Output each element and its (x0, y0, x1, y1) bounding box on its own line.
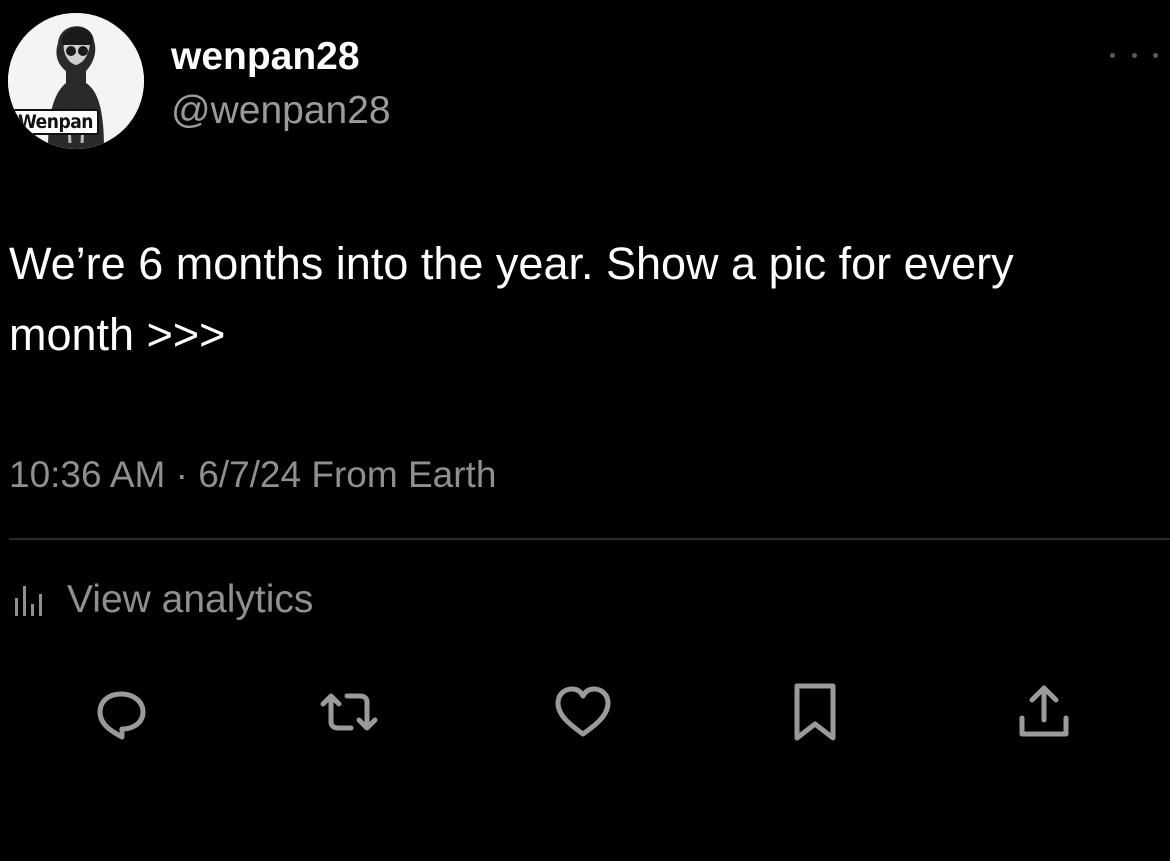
reply-icon (97, 691, 146, 740)
view-analytics-label: View analytics (67, 578, 314, 621)
like-button[interactable] (551, 680, 615, 744)
retweet-button[interactable] (317, 680, 381, 744)
more-options-icon[interactable] (1110, 40, 1158, 70)
avatar[interactable]: Wenpan (8, 13, 144, 149)
display-name[interactable]: wenpan28 (171, 34, 360, 80)
more-dot (1153, 52, 1158, 58)
share-icon (1019, 685, 1069, 737)
handle[interactable]: @wenpan28 (171, 88, 391, 134)
retweet-icon (320, 693, 378, 731)
bookmark-icon (794, 683, 836, 741)
view-analytics-link[interactable]: View analytics (11, 577, 313, 623)
tweet-text: We’re 6 months into the year. Show a pic… (9, 238, 1014, 360)
divider (9, 538, 1170, 540)
tweet-meta: 10:36 AM · 6/7/24 From Earth (9, 454, 497, 495)
reply-button[interactable] (89, 680, 153, 744)
more-dot (1131, 52, 1137, 58)
more-dot (1110, 52, 1115, 58)
share-button[interactable] (1012, 680, 1076, 744)
action-bar (0, 680, 1170, 744)
heart-icon (555, 686, 611, 737)
avatar-tag: Wenpan (12, 109, 99, 135)
bar-chart-icon (11, 580, 51, 620)
bookmark-button[interactable] (783, 680, 847, 744)
